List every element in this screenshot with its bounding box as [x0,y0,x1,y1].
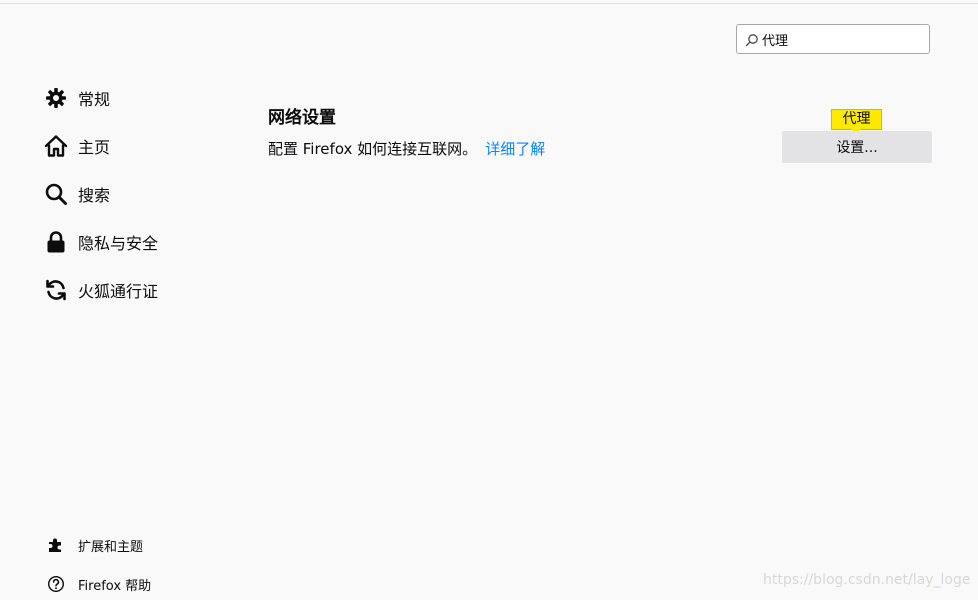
sidebar-item-privacy[interactable]: 隐私与安全 [44,227,158,257]
help-icon [46,574,66,594]
home-icon [44,134,68,158]
search-icon [44,182,68,206]
sidebar-item-search[interactable]: 搜索 [44,179,110,209]
description-text: 配置 Firefox 如何连接互联网。 [268,140,478,158]
sidebar-item-label: 隐私与安全 [78,234,159,253]
search-box[interactable] [736,24,930,54]
sync-icon [44,278,68,302]
sidebar-item-label: 主页 [78,138,111,157]
network-settings-title: 网络设置 [268,108,336,128]
search-input[interactable] [762,30,922,48]
search-icon [745,32,759,47]
search-highlight-tooltip: 代理 [831,109,882,130]
sidebar-item-label: 常规 [78,90,111,109]
connection-settings-button[interactable]: 设置... [782,131,932,163]
sidebar-item-sync[interactable]: 火狐通行证 [44,275,158,305]
watermark: https://blog.csdn.net/lay_loge [763,572,971,588]
sidebar-item-label: 搜索 [78,186,111,205]
learn-more-link[interactable]: 详细了解 [485,140,545,158]
sidebar-item-label: 火狐通行证 [78,282,159,301]
lock-icon [44,230,68,254]
gear-icon [44,86,68,110]
sidebar-footer-help[interactable]: Firefox 帮助 [46,573,151,595]
sidebar-footer-label: Firefox 帮助 [78,578,152,594]
sidebar-footer-label: 扩展和主题 [78,539,144,555]
sidebar-footer-addons[interactable]: 扩展和主题 [46,534,143,556]
puzzle-icon [46,535,66,555]
sidebar-item-general[interactable]: 常规 [44,83,110,113]
sidebar-item-home[interactable]: 主页 [44,131,110,161]
sidebar: 常规 主页 搜索 隐私与安全 火狐通行证 扩展和主题 Firefox 帮助 [0,0,230,600]
network-settings-description: 配置 Firefox 如何连接互联网。 详细了解 [268,138,545,159]
